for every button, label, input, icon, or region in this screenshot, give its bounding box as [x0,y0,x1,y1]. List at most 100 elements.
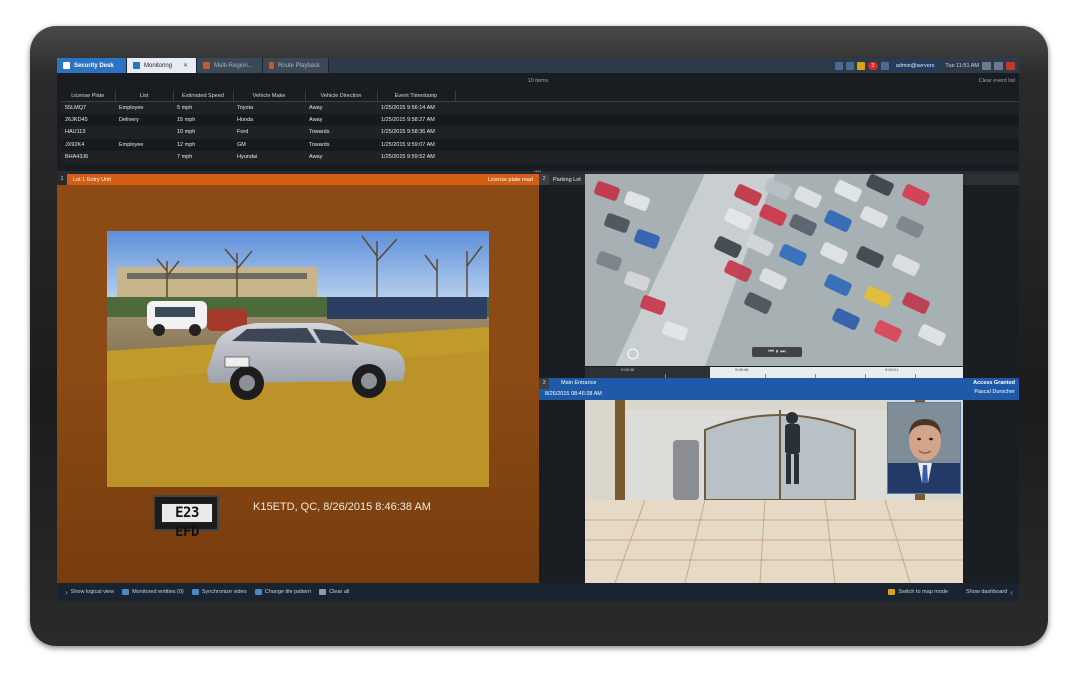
tile-title: Parking Lot [553,176,581,183]
maximize-icon[interactable] [994,61,1003,70]
tile-header: 1 Lot 1 Entry Unit License plate read [57,174,539,185]
access-banner: 3 Main Entrance 8/26/2015 08:46:38 AM Ac… [539,378,1019,400]
synchronize-video-button[interactable]: Synchronize video [191,589,247,595]
table-row[interactable]: JX92K4 Employee 12 mph GM Towards 1/25/2… [61,138,1019,151]
parking-lot-video [585,174,963,366]
button-label: Monitored entities (0) [132,589,184,595]
column-header[interactable]: Vehicle Direction [305,91,378,102]
tab-label: Monitoring [144,62,173,69]
system-tray: 3 admin@servers Tue 11:51 AM [830,58,1019,73]
tile-title: Main Entrance [561,380,597,386]
timeline-tick-label: 9:08:48 [735,367,749,372]
clear-event-list-button[interactable]: Clear event list [979,78,1015,84]
table-row[interactable]: 26JKD45 Delivery 15 mph Honda Away 1/25/… [61,113,1019,126]
event-list-panel: 10 items Clear event list License Plate … [57,73,1019,171]
column-header[interactable]: License Plate [61,91,116,102]
plate-crop: E23 EFD [153,495,219,540]
warning-icon[interactable] [856,61,865,70]
cell: Away [305,113,377,126]
cell: Employee [115,101,173,114]
event-count: 10 items [527,78,549,84]
timeline-elapsed [585,367,710,378]
table-row[interactable]: 55LMQ7 Employee 5 mph Toyota Away 1/25/2… [61,101,1019,114]
alarm-badge[interactable]: 3 [867,61,878,70]
cell-spacer [455,126,1019,139]
cell: Towards [305,126,377,139]
button-label: Clear all [329,589,350,595]
cell: Hyundai [233,151,305,164]
button-label: Change tile pattern [264,589,312,595]
cell: 15 mph [173,113,233,126]
lock-icon[interactable] [845,61,854,70]
cell-spacer [455,113,1019,126]
table-row[interactable]: HAU113 10 mph Ford Towards 1/25/2015 9:5… [61,126,1019,139]
switch-map-mode-button[interactable]: Switch to map mode [888,589,948,595]
notification-icon[interactable] [834,61,843,70]
timeline-tick-label: 9:09:01 [885,367,899,372]
cell: Toyota [233,101,305,114]
cell: 55LMQ7 [61,101,115,114]
user-badge[interactable]: admin@servers [891,61,939,70]
chevron-right-icon: › [65,587,68,597]
event-type-label: License plate read [488,176,533,183]
eye-icon [122,589,130,595]
column-header[interactable]: Event Timestamp [377,91,456,102]
show-logical-view-button[interactable]: › Show logical view [65,588,114,597]
plate-number: E23 EFD [161,503,213,540]
close-window-icon[interactable] [1006,61,1015,70]
tile-number: 1 [57,174,67,185]
column-header[interactable]: Estimated Speed [173,91,234,102]
security-desk-screen: Security Desk Monitoring ✕ Multi-Region.… [57,58,1019,601]
lpr-context-image [107,231,489,487]
cardholder-name: Pascal Durocher [974,389,1015,395]
cell-spacer [455,138,1019,151]
chevron-left-icon: ‹ [1010,587,1013,597]
tile-number: 3 [539,378,549,389]
speaker-icon[interactable] [880,61,889,70]
cell: 10 mph [173,126,233,139]
close-icon[interactable]: ✕ [183,62,188,69]
tab-label: Multi-Region... [214,62,253,69]
home-icon [63,62,70,69]
bottom-right-actions: Switch to map mode Show dashboard ‹ [880,588,1019,597]
map-icon [888,589,896,595]
column-header[interactable]: List [115,91,174,102]
cell: 12 mph [173,138,233,151]
minimize-icon[interactable] [982,61,991,70]
cell-spacer [455,101,1019,114]
cardholder-photo [887,402,961,494]
cell: 1/25/2015 9:58:36 AM [377,126,455,139]
cell: 5 mph [173,101,233,114]
tile-main-entrance[interactable]: 3 Main Entrance 8/26/2015 08:46:38 AM Ac… [539,378,1019,583]
column-spacer [455,91,1019,102]
video-timeline[interactable]: 9:08:46 9:08:48 9:09:01 [585,367,963,378]
tab-multi-region[interactable]: Multi-Region... [197,58,263,73]
timeline-tick-label: 9:08:46 [621,367,635,372]
cell: 1/25/2015 9:59:07 AM [377,138,455,151]
tab-monitoring[interactable]: Monitoring ✕ [127,58,197,73]
tile-parking-lot[interactable]: 2 Parking Lot ⏮ ⏸ ⏭ 9:08:46 9:08:48 9:09… [539,174,1019,378]
button-label: Switch to map mode [898,589,949,595]
top-tab-bar: Security Desk Monitoring ✕ Multi-Region.… [57,58,1019,73]
button-label: Show logical view [70,589,115,595]
cell: 1/25/2015 9:56:14 AM [377,101,455,114]
clock: Tue 11:51 AM [945,62,979,69]
cell: Ford [233,126,305,139]
playback-controls[interactable]: ⏮ ⏸ ⏭ [752,347,802,357]
clear-all-button[interactable]: Clear all [319,589,349,595]
change-tile-pattern-button[interactable]: Change tile pattern [254,589,312,595]
tab-security-desk[interactable]: Security Desk [57,58,127,73]
tile-title: Lot 1 Entry Unit [73,176,111,183]
monitored-entities-button[interactable]: Monitored entities (0) [122,589,184,595]
tile-lpr[interactable]: 1 Lot 1 Entry Unit License plate read E2… [57,174,539,583]
sync-icon [191,589,199,595]
cell [115,151,173,164]
tab-route-playback[interactable]: Route Playback [263,58,329,73]
show-dashboard-button[interactable]: Show dashboard ‹ [966,588,1013,597]
cell: 7 mph [173,151,233,164]
table-row[interactable]: BHA43J6 7 mph Hyundai Away 1/25/2015 9:5… [61,151,1019,164]
cell: Delivery [115,113,173,126]
column-header[interactable]: Vehicle Make [233,91,306,102]
tile-number: 2 [539,174,549,185]
monitoring-icon [133,62,140,69]
